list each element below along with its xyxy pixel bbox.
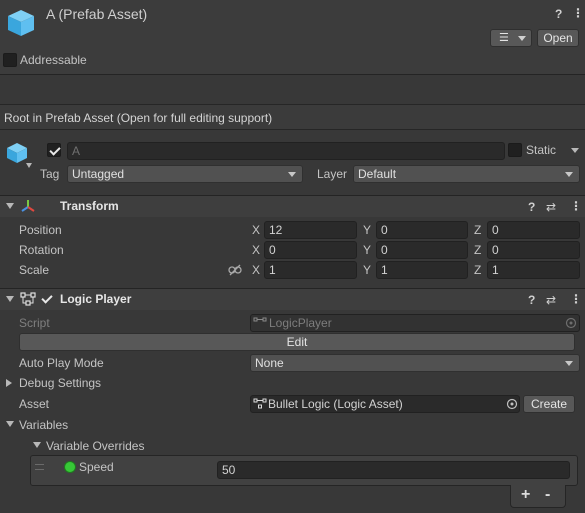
tag-dropdown[interactable]: Untagged xyxy=(67,165,303,183)
object-picker-icon xyxy=(565,317,577,329)
logic-player-enabled-checkbox[interactable] xyxy=(40,292,54,306)
transform-axes-icon xyxy=(21,200,35,212)
object-name-field[interactable]: A xyxy=(67,142,505,160)
position-z-label[interactable]: Z xyxy=(474,223,481,237)
static-dropdown-chevron-icon[interactable] xyxy=(571,148,579,153)
static-label: Static xyxy=(526,143,557,157)
position-z-field[interactable]: 0 xyxy=(487,221,580,239)
rotation-x-label[interactable]: X xyxy=(252,243,260,257)
list-footer xyxy=(510,485,566,508)
remove-item-button[interactable]: - xyxy=(545,486,550,504)
prefab-note: Root in Prefab Asset (Open for full edit… xyxy=(4,111,273,125)
logic-player-title: Logic Player xyxy=(60,292,132,306)
help-icon[interactable]: ? xyxy=(528,200,535,214)
drag-handle-icon[interactable] xyxy=(35,464,44,470)
position-x-field[interactable]: 12 xyxy=(264,221,357,239)
speed-status-dot xyxy=(64,461,76,473)
kebab-menu-icon[interactable]: ⋮ xyxy=(570,292,582,306)
debug-settings-label[interactable]: Debug Settings xyxy=(19,376,101,390)
rotation-z-field[interactable]: 0 xyxy=(487,241,580,259)
gameobject-cube-icon[interactable] xyxy=(6,142,28,164)
chevron-down-icon xyxy=(565,172,573,177)
open-button[interactable]: Open xyxy=(537,29,579,47)
asset-title: A (Prefab Asset) xyxy=(46,6,148,22)
asset-picker-icon[interactable] xyxy=(506,398,518,410)
logic-player-foldout-icon[interactable] xyxy=(6,296,14,302)
rotation-y-label[interactable]: Y xyxy=(363,243,371,257)
chevron-down-icon xyxy=(565,361,573,366)
tag-value: Untagged xyxy=(72,167,125,181)
addressable-label: Addressable xyxy=(20,53,87,67)
rotation-label: Rotation xyxy=(19,243,64,257)
rotation-x-field[interactable]: 0 xyxy=(264,241,357,259)
rotation-z-label[interactable]: Z xyxy=(474,243,481,257)
icon-picker-chevron-icon[interactable] xyxy=(26,163,32,168)
variable-overrides-label[interactable]: Variable Overrides xyxy=(46,439,144,453)
static-checkbox[interactable] xyxy=(508,143,522,157)
scale-x-label[interactable]: X xyxy=(252,263,260,277)
presets-icon[interactable]: ⇄ xyxy=(546,200,556,214)
asset-label: Asset xyxy=(19,397,50,411)
variable-overrides-foldout-icon[interactable] xyxy=(33,442,41,448)
auto-play-mode-label: Auto Play Mode xyxy=(19,356,104,370)
position-x-label[interactable]: X xyxy=(252,223,260,237)
kebab-menu-icon[interactable]: ⋮ xyxy=(570,199,582,213)
constrain-proportions-icon[interactable] xyxy=(228,264,242,276)
chevron-down-icon xyxy=(518,36,526,41)
variables-label[interactable]: Variables xyxy=(19,418,68,432)
script-value: LogicPlayer xyxy=(269,316,332,330)
tag-label: Tag xyxy=(40,167,60,181)
speed-label: Speed xyxy=(79,460,114,474)
script-label: Script xyxy=(19,316,50,330)
logic-graph-icon xyxy=(20,292,36,306)
divider xyxy=(0,74,585,75)
scale-y-field[interactable]: 1 xyxy=(376,261,468,279)
auto-play-mode-dropdown[interactable]: None xyxy=(250,354,580,372)
chevron-down-icon xyxy=(288,172,296,177)
create-button[interactable]: Create xyxy=(523,395,575,413)
layer-label: Layer xyxy=(317,167,348,181)
prefab-cube-icon xyxy=(8,10,34,36)
asset-options-dropdown[interactable]: ☰ xyxy=(490,29,532,47)
scale-z-field[interactable]: 1 xyxy=(487,261,580,279)
help-icon[interactable]: ? xyxy=(555,7,562,21)
addressable-checkbox[interactable] xyxy=(3,53,17,67)
position-y-label[interactable]: Y xyxy=(363,223,371,237)
rotation-y-field[interactable]: 0 xyxy=(376,241,468,259)
position-y-field[interactable]: 0 xyxy=(376,221,468,239)
layer-value: Default xyxy=(358,167,397,181)
script-graph-icon xyxy=(253,317,267,322)
edit-button[interactable]: Edit xyxy=(19,333,575,351)
asset-graph-icon xyxy=(253,398,267,409)
scale-z-label[interactable]: Z xyxy=(474,263,481,277)
asset-field[interactable]: Bullet Logic (Logic Asset) xyxy=(250,395,520,413)
scale-y-label[interactable]: Y xyxy=(363,263,371,277)
auto-play-mode-value: None xyxy=(255,356,284,370)
kebab-menu-icon[interactable]: ⋮ xyxy=(572,6,584,20)
transform-title: Transform xyxy=(60,199,119,213)
position-label: Position xyxy=(19,223,62,237)
speed-field[interactable]: 50 xyxy=(217,461,570,479)
add-item-button[interactable]: + xyxy=(521,486,530,504)
list-icon: ☰ xyxy=(499,32,509,44)
asset-value: Bullet Logic (Logic Asset) xyxy=(268,397,403,411)
variables-foldout-icon[interactable] xyxy=(6,421,14,427)
script-field: LogicPlayer xyxy=(250,314,580,332)
debug-settings-foldout-icon[interactable] xyxy=(6,379,12,387)
scale-label: Scale xyxy=(19,263,50,277)
presets-icon[interactable]: ⇄ xyxy=(546,293,556,307)
transform-foldout-icon[interactable] xyxy=(6,203,14,209)
scale-x-field[interactable]: 1 xyxy=(264,261,357,279)
active-checkbox[interactable] xyxy=(47,143,61,157)
help-icon[interactable]: ? xyxy=(528,293,535,307)
layer-dropdown[interactable]: Default xyxy=(353,165,580,183)
